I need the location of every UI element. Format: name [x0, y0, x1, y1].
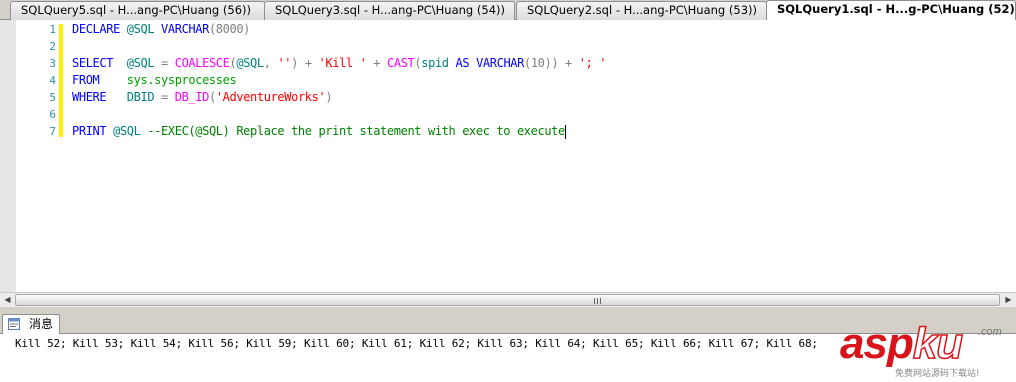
- code-token: 'AdventureWorks': [215, 90, 326, 104]
- aspku-watermark-logo: aspku .com 免费网站源码下载站!: [840, 319, 1010, 380]
- code-token: PRINT: [72, 124, 107, 138]
- tab-messages-label: 消息: [29, 317, 54, 331]
- code-token: sys.sysprocesses: [126, 73, 237, 87]
- tab-sqlquery1-active[interactable]: SQLQuery1.sql - H...g-PC\Huang (52))*: [766, 0, 1016, 20]
- message-icon: [8, 318, 20, 330]
- editor-gutter: [0, 20, 16, 293]
- code-token: =: [154, 90, 175, 104]
- line-number: 4: [49, 74, 56, 87]
- tab-sqlquery5[interactable]: SQLQuery5.sql - H...ang-PC\Huang (56)): [10, 1, 265, 20]
- scroll-left-icon[interactable]: ◀: [1, 294, 14, 306]
- code-token: ): [325, 90, 333, 104]
- code-line[interactable]: WHERE DBID = DB_ID('AdventureWorks'): [72, 89, 333, 106]
- code-token: @SQL: [126, 22, 155, 36]
- code-token: (10)) +: [523, 56, 579, 70]
- code-token: DBID: [126, 90, 155, 104]
- line-number: 1: [49, 23, 56, 36]
- tab-sqlquery2[interactable]: SQLQuery2.sql - H...ang-PC\Huang (53)): [516, 1, 767, 20]
- code-token: '': [277, 56, 292, 70]
- line-number: 5: [49, 91, 56, 104]
- code-token: 'Kill ': [318, 56, 367, 70]
- watermark-dotcom: .com: [978, 326, 1002, 338]
- code-line[interactable]: SELECT @SQL = COALESCE(@SQL, '') + 'Kill…: [72, 55, 607, 72]
- tab-sqlquery3[interactable]: SQLQuery3.sql - H...ang-PC\Huang (54)): [264, 1, 515, 20]
- line-number: 2: [49, 40, 56, 53]
- code-token: COALESCE: [174, 56, 230, 70]
- code-line[interactable]: PRINT @SQL --EXEC(@SQL) Replace the prin…: [72, 123, 566, 140]
- code-token: @SQL: [126, 56, 155, 70]
- document-tab-strip: SQLQuery5.sql - H...ang-PC\Huang (56)) S…: [0, 0, 1016, 20]
- code-token: CAST: [387, 56, 415, 70]
- code-token: WHERE: [72, 90, 107, 104]
- code-line[interactable]: DECLARE @SQL VARCHAR(8000): [72, 21, 250, 38]
- code-token: ) +: [291, 56, 319, 70]
- watermark-subtitle: 免费网站源码下载站!: [895, 369, 980, 379]
- code-token: +: [366, 56, 387, 70]
- code-token: AS: [455, 56, 470, 70]
- code-token: DECLARE: [72, 22, 120, 36]
- code-token: '; ': [578, 56, 607, 70]
- tab-messages[interactable]: 消息: [2, 314, 60, 334]
- watermark-word: aspku: [840, 319, 964, 369]
- code-token: --EXEC(@SQL) Replace the print statement…: [147, 124, 565, 138]
- code-token: SELECT: [72, 56, 114, 70]
- code-token: spid: [421, 56, 449, 70]
- message-output: Kill 52; Kill 53; Kill 54; Kill 56; Kill…: [15, 337, 818, 350]
- code-line[interactable]: FROM sys.sysprocesses: [72, 72, 237, 89]
- code-token: ,: [263, 56, 278, 70]
- code-token: @SQL: [113, 124, 141, 138]
- line-number: 7: [49, 125, 56, 138]
- horizontal-scrollbar[interactable]: ◀ ▶: [0, 292, 1016, 307]
- change-tracking-bar: [59, 24, 63, 137]
- code-token: VARCHAR: [476, 56, 524, 70]
- sql-editor[interactable]: 1234567 DECLARE @SQL VARCHAR(8000) SELECT…: [0, 20, 1016, 293]
- line-number: 6: [49, 108, 56, 121]
- code-token: @SQL: [236, 56, 264, 70]
- code-token: VARCHAR: [161, 22, 209, 36]
- code-token: (: [208, 90, 216, 104]
- text-cursor: [564, 124, 566, 139]
- scroll-right-icon[interactable]: ▶: [1002, 294, 1015, 306]
- code-token: (8000): [208, 22, 251, 36]
- code-token: FROM: [72, 73, 100, 87]
- code-token: =: [154, 56, 175, 70]
- scroll-grip-icon: [594, 298, 602, 304]
- line-numbers: 1 2 3 4 5 6 7: [16, 20, 56, 293]
- watermark-word-b: ku: [912, 319, 964, 369]
- watermark-word-a: asp: [840, 319, 914, 368]
- code-token: DB_ID: [174, 90, 210, 104]
- scroll-thumb[interactable]: [15, 294, 1000, 306]
- line-number: 3: [49, 57, 56, 70]
